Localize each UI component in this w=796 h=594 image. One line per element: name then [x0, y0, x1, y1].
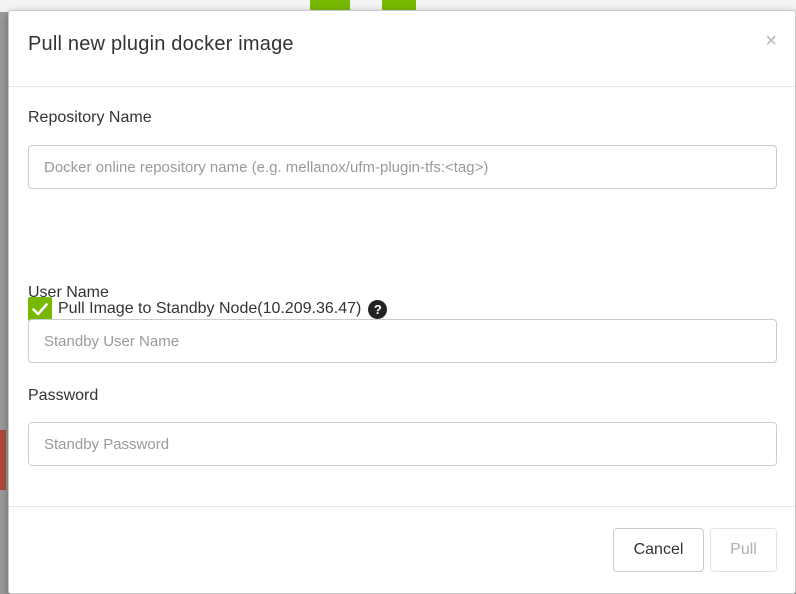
- dialog-body: Repository Name Pull Image to Standby No…: [9, 87, 795, 507]
- standby-username-input[interactable]: [28, 319, 777, 363]
- cancel-button[interactable]: Cancel: [613, 528, 704, 572]
- dialog-title: Pull new plugin docker image: [28, 33, 294, 55]
- background-status-badge: [382, 0, 416, 10]
- checkmark-icon: [32, 302, 48, 315]
- user-name-label: User Name: [28, 284, 109, 301]
- standby-checkbox-label[interactable]: Pull Image to Standby Node(10.209.36.47): [58, 300, 361, 318]
- dialog-header: Pull new plugin docker image ×: [9, 11, 795, 87]
- pull-button[interactable]: Pull: [710, 528, 777, 572]
- dialog-footer: Cancel Pull: [9, 507, 795, 593]
- question-circle-icon[interactable]: ?: [368, 299, 388, 319]
- background-marker: [0, 430, 6, 490]
- pull-image-dialog: Pull new plugin docker image × Repositor…: [8, 10, 796, 594]
- password-label: Password: [28, 387, 99, 404]
- repository-name-label: Repository Name: [28, 109, 152, 126]
- background-status-badge: [310, 0, 350, 10]
- close-icon[interactable]: ×: [765, 31, 777, 51]
- repository-name-input[interactable]: [28, 145, 777, 189]
- standby-password-input[interactable]: [28, 422, 777, 466]
